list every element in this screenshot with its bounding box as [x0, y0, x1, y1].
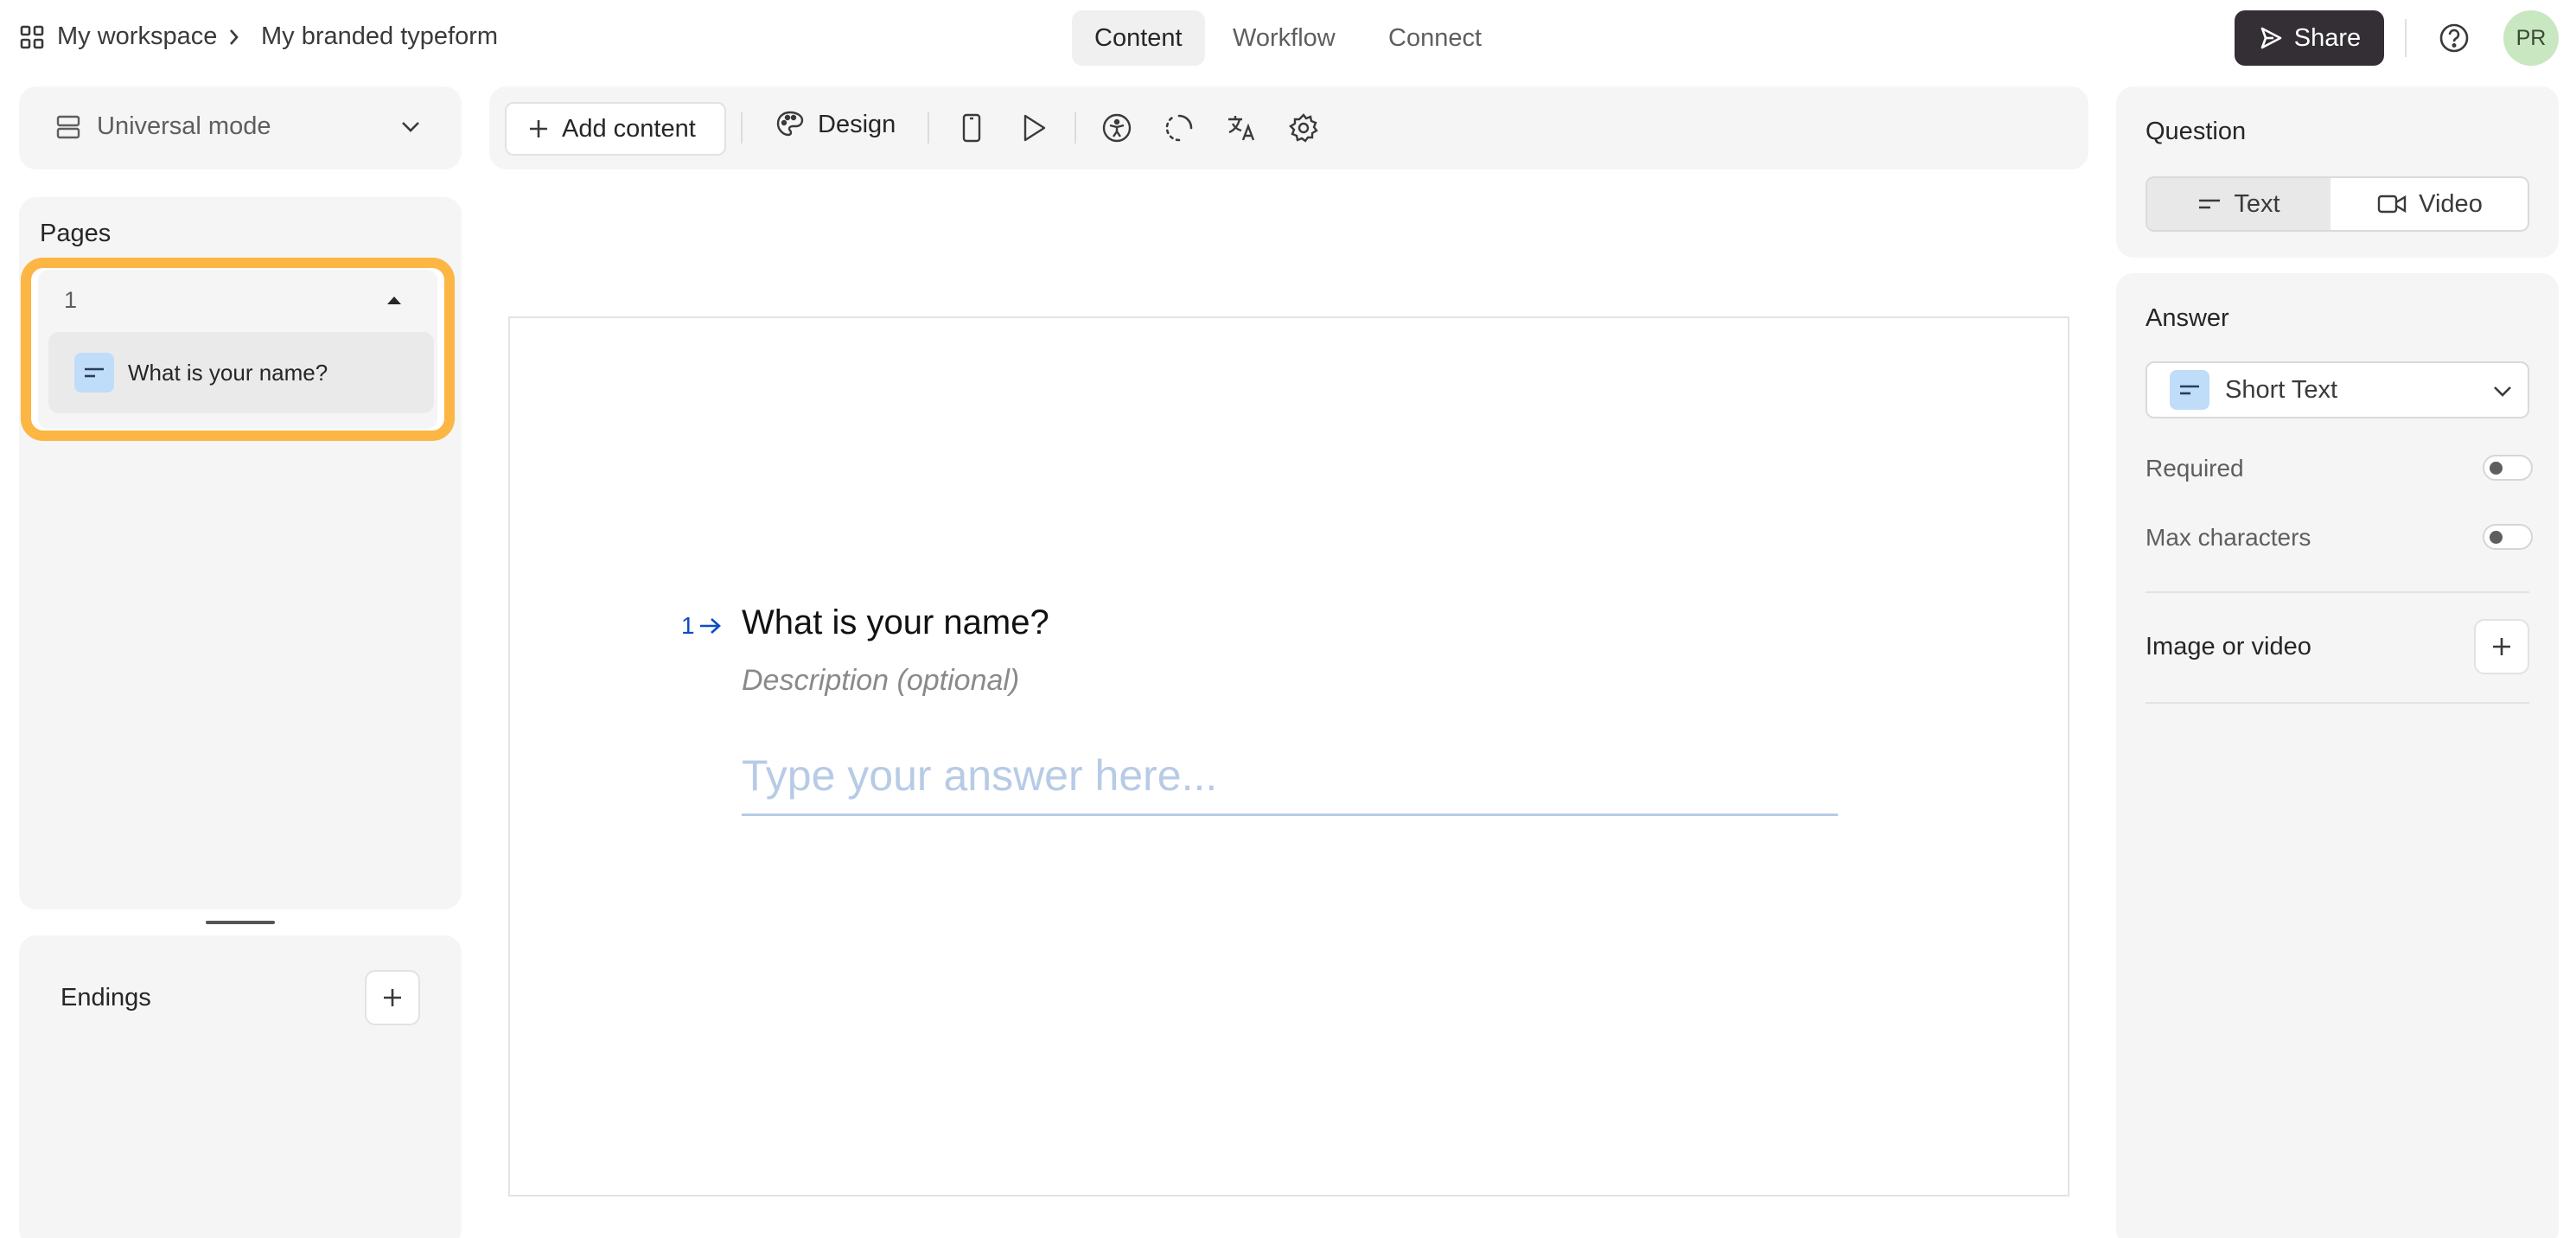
page-item[interactable]: What is your name? — [48, 332, 434, 413]
top-bar: My workspace My branded typeform Content… — [0, 0, 2576, 76]
answer-type-select[interactable]: Short Text — [2146, 361, 2529, 418]
image-or-video-label: Image or video — [2146, 633, 2311, 660]
avatar[interactable]: PR — [2503, 10, 2559, 66]
gear-icon[interactable] — [1286, 111, 1321, 145]
question-section-title: Question — [2146, 118, 2247, 145]
question-number: 1 — [681, 612, 723, 640]
question-type-toggle: Text Video — [2146, 176, 2529, 232]
mode-panel: Universal mode — [19, 86, 462, 169]
form-preview: 1 What is your name? Description (option… — [508, 316, 2069, 1197]
answer-placeholder: Type your answer here... — [742, 751, 1218, 800]
send-icon — [2258, 25, 2284, 51]
resize-handle[interactable] — [206, 921, 275, 924]
question-settings-panel: Question Text Video — [2116, 86, 2559, 258]
segment-video[interactable]: Video — [2331, 178, 2528, 230]
toolbar-divider — [1074, 112, 1076, 144]
chevron-down-icon[interactable] — [399, 119, 422, 135]
short-text-icon — [2197, 197, 2222, 211]
page-number[interactable]: 1 — [64, 287, 77, 314]
add-image-button[interactable] — [2474, 619, 2529, 674]
layout-icon — [55, 114, 81, 140]
toolbar-divider — [741, 112, 743, 144]
page-group: 1 What is your name? — [38, 270, 437, 429]
add-content-label: Add content — [562, 114, 696, 143]
add-ending-button[interactable] — [365, 970, 420, 1025]
divider — [2146, 591, 2529, 593]
plus-icon — [381, 986, 404, 1009]
segment-video-label: Video — [2419, 189, 2483, 218]
tab-content[interactable]: Content — [1072, 10, 1205, 66]
mode-selector[interactable]: Universal mode — [55, 112, 271, 141]
divider — [2405, 19, 2407, 57]
question-title[interactable]: What is your name? — [742, 603, 1049, 642]
help-icon[interactable] — [2438, 22, 2471, 54]
tab-workflow[interactable]: Workflow — [1210, 10, 1358, 66]
endings-panel: Endings — [19, 935, 462, 1238]
arrow-right-icon — [698, 616, 723, 636]
caret-up-icon[interactable] — [386, 294, 403, 306]
answer-input[interactable]: Type your answer here... — [742, 750, 1838, 816]
segment-text[interactable]: Text — [2147, 178, 2331, 230]
toolbar-divider — [928, 112, 929, 144]
add-content-button[interactable]: Add content — [505, 102, 726, 156]
palette-icon — [775, 109, 806, 140]
tab-connect[interactable]: Connect — [1366, 10, 1504, 66]
short-text-icon — [2170, 370, 2209, 410]
page-item-label: What is your name? — [128, 359, 328, 386]
plus-icon — [2490, 635, 2513, 658]
loader-icon[interactable] — [1162, 111, 1196, 145]
phone-icon[interactable] — [954, 111, 989, 145]
share-label: Share — [2293, 23, 2362, 52]
divider — [2146, 702, 2529, 704]
share-button[interactable]: Share — [2235, 10, 2384, 66]
answer-settings-panel: Answer Short Text Required Max character… — [2116, 273, 2559, 1238]
short-text-icon — [74, 353, 114, 392]
max-characters-toggle[interactable] — [2483, 524, 2533, 550]
grid-icon[interactable] — [19, 24, 45, 50]
mode-label: Universal mode — [97, 112, 271, 140]
breadcrumb-workspace[interactable]: My workspace — [57, 22, 217, 51]
pages-title: Pages — [40, 220, 112, 247]
required-toggle[interactable] — [2483, 455, 2533, 481]
description-field[interactable]: Description (optional) — [742, 664, 1019, 698]
accessibility-icon[interactable] — [1100, 111, 1134, 145]
form-name[interactable]: My branded typeform — [261, 22, 498, 51]
translate-icon[interactable] — [1224, 111, 1259, 145]
endings-title: Endings — [61, 984, 151, 1011]
answer-type-label: Short Text — [2225, 375, 2338, 404]
design-button[interactable]: Design — [775, 109, 896, 140]
design-label: Design — [818, 110, 896, 138]
segment-text-label: Text — [2234, 189, 2280, 218]
required-label: Required — [2146, 455, 2244, 482]
chevron-right-icon — [228, 28, 240, 47]
chevron-down-icon — [2491, 384, 2514, 399]
play-icon[interactable] — [1017, 111, 1051, 145]
answer-section-title: Answer — [2146, 304, 2229, 332]
video-icon — [2377, 194, 2407, 214]
max-characters-label: Max characters — [2146, 524, 2311, 551]
plus-icon — [527, 118, 550, 140]
question-number-text: 1 — [681, 612, 695, 639]
